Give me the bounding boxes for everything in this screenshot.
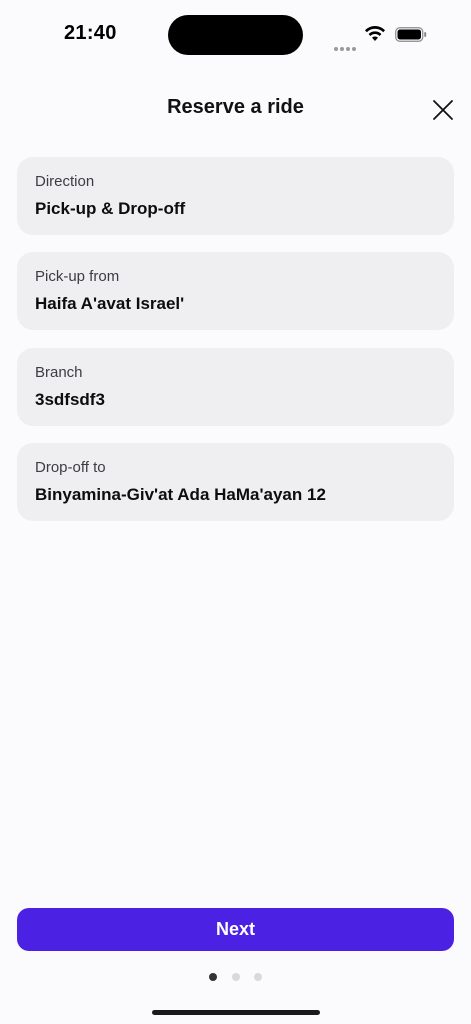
direction-field[interactable]: Direction Pick-up & Drop-off	[17, 157, 454, 235]
page-dot-2	[231, 973, 240, 981]
dynamic-island	[168, 15, 303, 55]
page-dot-3	[253, 973, 262, 981]
branch-label: Branch	[35, 364, 83, 381]
dropoff-to-value: Binyamina-Giv'at Ada HaMa'ayan 12	[35, 485, 326, 504]
pickup-from-value: Haifa A'avat Israel'	[35, 294, 185, 313]
page-title: Reserve a ride	[167, 96, 304, 118]
header: Reserve a ride	[0, 88, 471, 132]
pickup-from-label: Pick-up from	[35, 268, 120, 285]
status-time: 21:40	[64, 22, 117, 44]
branch-field[interactable]: Branch 3sdfsdf3	[17, 348, 454, 426]
home-indicator[interactable]	[152, 1010, 320, 1015]
cellular-signal-icon	[334, 38, 358, 51]
wifi-icon	[364, 24, 386, 42]
page-dot-1	[209, 973, 218, 981]
battery-icon	[395, 27, 427, 42]
dropoff-to-label: Drop-off to	[35, 459, 106, 476]
direction-value: Pick-up & Drop-off	[35, 199, 186, 218]
close-icon	[433, 100, 453, 120]
next-button[interactable]: Next	[17, 908, 454, 951]
branch-value: 3sdfsdf3	[35, 390, 105, 409]
direction-label: Direction	[35, 173, 95, 190]
dropoff-to-field[interactable]: Drop-off to Binyamina-Giv'at Ada HaMa'ay…	[17, 443, 454, 521]
status-bar: 21:40	[0, 0, 471, 62]
close-button[interactable]	[428, 95, 458, 125]
pickup-from-field[interactable]: Pick-up from Haifa A'avat Israel'	[17, 252, 454, 330]
page-indicator	[0, 968, 471, 981]
